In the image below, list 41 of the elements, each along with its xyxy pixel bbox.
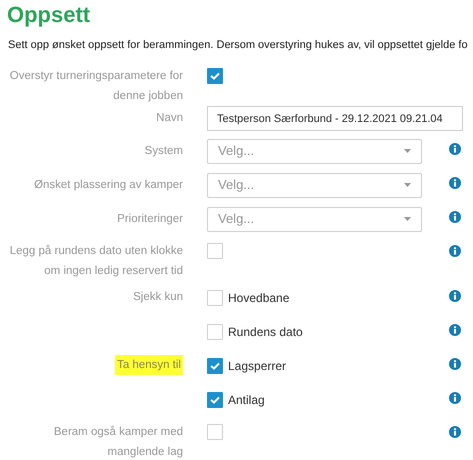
info-icon[interactable]	[449, 210, 461, 222]
option-label: Lagsperrer	[228, 358, 286, 374]
info-icon[interactable]	[449, 142, 461, 154]
checkbox[interactable]	[207, 424, 223, 440]
info-icon[interactable]	[449, 358, 461, 370]
field-label: System	[144, 144, 183, 158]
info-icon[interactable]	[449, 176, 461, 188]
info-icon[interactable]	[449, 290, 461, 302]
page-title: Oppsett	[7, 2, 92, 28]
field-label: Navn	[156, 110, 183, 126]
info-icon[interactable]	[449, 244, 461, 256]
option-label: Rundens dato	[228, 324, 303, 340]
select-field[interactable]: Velg...	[207, 138, 422, 164]
select-field[interactable]: Velg...	[207, 172, 422, 198]
field-label: Legg på rundens dato uten klokke om ingen ledig reservert tid	[8, 244, 183, 278]
checkbox[interactable]	[207, 242, 223, 258]
field-label: Overstyr turneringsparametere for denne jobben	[8, 68, 183, 104]
caret-icon	[404, 217, 411, 221]
field-label: Prioriteringer	[117, 212, 183, 226]
info-icon[interactable]	[449, 324, 461, 336]
checkbox[interactable]	[207, 358, 223, 374]
checkbox[interactable]	[207, 68, 223, 84]
check-icon	[210, 72, 220, 80]
select-field[interactable]: Velg...	[207, 206, 422, 232]
field-label: Beram også kamper med manglende lag	[52, 424, 183, 460]
description-text: Sett opp ønsket oppsett for berammingen. Dersom overstyring hukes av, vil oppsettet gjelde fo	[8, 38, 468, 53]
caret-icon	[404, 149, 411, 153]
info-icon[interactable]	[449, 392, 461, 404]
check-icon	[210, 362, 220, 370]
name-field[interactable]: Testperson Særforbund - 29.12.2021 09.21.04	[207, 106, 463, 131]
caret-icon	[404, 183, 411, 187]
field-label: Sjekk kun	[133, 290, 183, 304]
info-icon[interactable]	[449, 426, 461, 438]
check-icon	[210, 396, 220, 404]
option-label: Hovedbane	[228, 290, 290, 306]
field-label: Ønsket plassering av kamper	[34, 178, 183, 192]
checkbox[interactable]	[207, 324, 223, 340]
checkbox[interactable]	[207, 392, 223, 408]
option-label: Antilag	[228, 392, 265, 408]
field-label: Ta hensyn til	[115, 354, 183, 374]
checkbox[interactable]	[207, 290, 223, 306]
